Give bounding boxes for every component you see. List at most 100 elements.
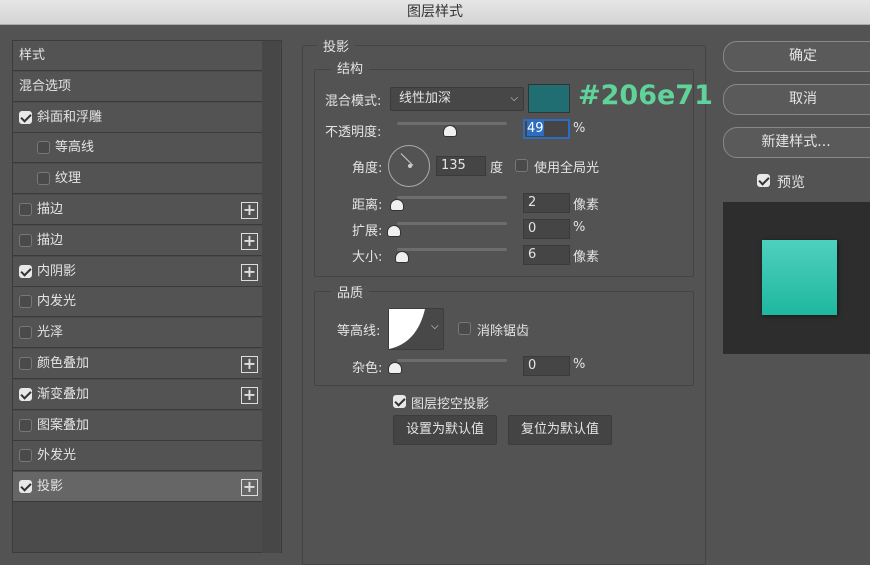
add-effect-plus-icon[interactable]: + [241, 386, 258, 404]
add-effect-plus-icon[interactable]: + [241, 263, 258, 281]
add-effect-plus-icon[interactable]: + [241, 479, 258, 497]
spread-slider-thumb[interactable] [387, 225, 401, 237]
spread-label: 扩展: [352, 224, 383, 239]
distance-label: 距离: [352, 198, 383, 213]
style-item[interactable]: 颜色叠加 + [13, 349, 262, 379]
opacity-unit: % [573, 121, 586, 136]
opacity-slider-thumb[interactable] [443, 125, 457, 137]
style-item[interactable]: 投影 + [13, 472, 262, 503]
window-title: 图层样式 [0, 0, 870, 25]
angle-label: 角度: [352, 161, 383, 176]
size-input[interactable]: 6 [523, 245, 570, 265]
blend-mode-value: 线性加深 [399, 91, 452, 106]
style-item-label: 光泽 [37, 325, 64, 341]
spread-input[interactable]: 0 [523, 219, 570, 239]
global-light-label: 使用全局光 [534, 161, 600, 176]
reset-default-button[interactable]: 复位为默认值 [508, 415, 612, 445]
preview-area [723, 202, 870, 354]
style-item-checkbox[interactable] [19, 449, 32, 463]
style-item-label: 描边 [37, 202, 64, 217]
noise-unit: % [573, 357, 586, 372]
distance-slider-thumb[interactable] [390, 199, 404, 211]
style-item-checkbox[interactable] [19, 264, 32, 278]
style-item-label: 投影 [37, 479, 64, 495]
style-item[interactable]: 光泽 [13, 318, 262, 349]
style-item[interactable]: 渐变叠加 + [13, 379, 262, 410]
knockout-label: 图层挖空投影 [411, 397, 490, 412]
style-item[interactable]: 纹理 [13, 164, 262, 195]
add-effect-plus-icon[interactable]: + [241, 232, 258, 250]
style-item[interactable]: 混合选项 [13, 71, 262, 102]
set-default-button[interactable]: 设置为默认值 [393, 415, 497, 445]
style-item-label: 斜面和浮雕 [37, 109, 103, 125]
preview-label: 预览 [777, 175, 805, 191]
drop-shadow-title: 投影 [317, 36, 356, 55]
size-label: 大小: [352, 250, 383, 265]
cancel-button[interactable]: 取消 [723, 84, 870, 115]
style-item-checkbox[interactable] [19, 233, 32, 247]
distance-slider[interactable] [397, 196, 507, 199]
style-item-checkbox[interactable] [19, 110, 32, 124]
spread-slider[interactable] [397, 222, 507, 225]
style-item[interactable]: 描边 + [13, 195, 262, 225]
style-item-label: 内阴影 [37, 263, 77, 279]
blend-mode-label: 混合模式: [325, 94, 382, 109]
new-style-button[interactable]: 新建样式... [723, 127, 870, 158]
style-item[interactable]: 外发光 [13, 441, 262, 472]
color-hex-annotation: #206e71 [578, 80, 713, 111]
style-item-label: 渐变叠加 [37, 386, 90, 402]
style-item-checkbox[interactable] [19, 480, 32, 494]
opacity-label: 不透明度: [325, 125, 382, 140]
styles-list: 样式 混合选项 斜面和浮雕 等高线 纹理 描边 + 描边 + 内阴影 + 内发光 光泽 颜色叠加 + 渐变叠加… [12, 40, 282, 553]
noise-slider-thumb[interactable] [388, 362, 402, 374]
style-item[interactable]: 斜面和浮雕 [13, 102, 262, 133]
style-item-checkbox[interactable] [37, 172, 50, 186]
style-item-checkbox[interactable] [19, 203, 32, 216]
style-item[interactable]: 样式 [13, 41, 262, 71]
style-item-label: 图案叠加 [37, 417, 90, 433]
style-item[interactable]: 内阴影 + [13, 256, 262, 287]
distance-input[interactable]: 2 [523, 193, 570, 213]
size-slider-thumb[interactable] [395, 251, 409, 263]
style-item[interactable]: 图案叠加 [13, 410, 262, 441]
add-effect-plus-icon[interactable]: + [241, 356, 258, 373]
add-effect-plus-icon[interactable]: + [241, 202, 258, 219]
ok-button[interactable]: 确定 [723, 41, 870, 72]
angle-dial[interactable] [388, 145, 430, 187]
contour-label: 等高线: [337, 324, 381, 339]
antialias-label: 消除锯齿 [477, 324, 530, 339]
noise-slider[interactable] [397, 359, 507, 362]
styles-list-scrollbar[interactable] [262, 41, 280, 553]
style-item[interactable]: 等高线 [13, 133, 262, 164]
angle-input[interactable]: 135 [436, 156, 486, 176]
opacity-input[interactable]: 49 [523, 119, 570, 139]
style-item[interactable]: 内发光 [13, 287, 262, 318]
style-item-checkbox[interactable] [19, 295, 32, 309]
noise-label: 杂色: [352, 361, 383, 376]
style-item-checkbox[interactable] [19, 326, 32, 340]
style-item-label: 外发光 [37, 448, 77, 464]
contour-picker[interactable]: ⌵ [388, 308, 444, 350]
global-light-checkbox[interactable] [515, 159, 528, 172]
antialias-checkbox[interactable] [458, 322, 471, 335]
style-item-checkbox[interactable] [37, 141, 50, 155]
blend-mode-select[interactable]: 线性加深 ⌵ [390, 87, 524, 111]
structure-title: 结构 [331, 58, 370, 77]
angle-unit: 度 [490, 161, 504, 176]
knockout-checkbox[interactable] [393, 395, 406, 408]
preview-swatch [762, 240, 837, 315]
noise-input[interactable]: 0 [523, 356, 570, 376]
chevron-down-icon: ⌵ [431, 321, 439, 332]
angle-dial-center [408, 164, 412, 168]
style-item-checkbox[interactable] [19, 357, 32, 370]
style-item-checkbox[interactable] [19, 387, 32, 401]
shadow-color-swatch[interactable] [528, 84, 570, 113]
style-item-checkbox[interactable] [19, 418, 32, 432]
style-item-label: 纹理 [55, 171, 82, 187]
distance-unit: 像素 [573, 198, 600, 213]
size-unit: 像素 [573, 250, 600, 265]
preview-checkbox[interactable] [757, 174, 770, 187]
size-slider[interactable] [397, 248, 507, 251]
style-item[interactable]: 描边 + [13, 225, 262, 256]
style-item-label: 混合选项 [19, 78, 72, 94]
